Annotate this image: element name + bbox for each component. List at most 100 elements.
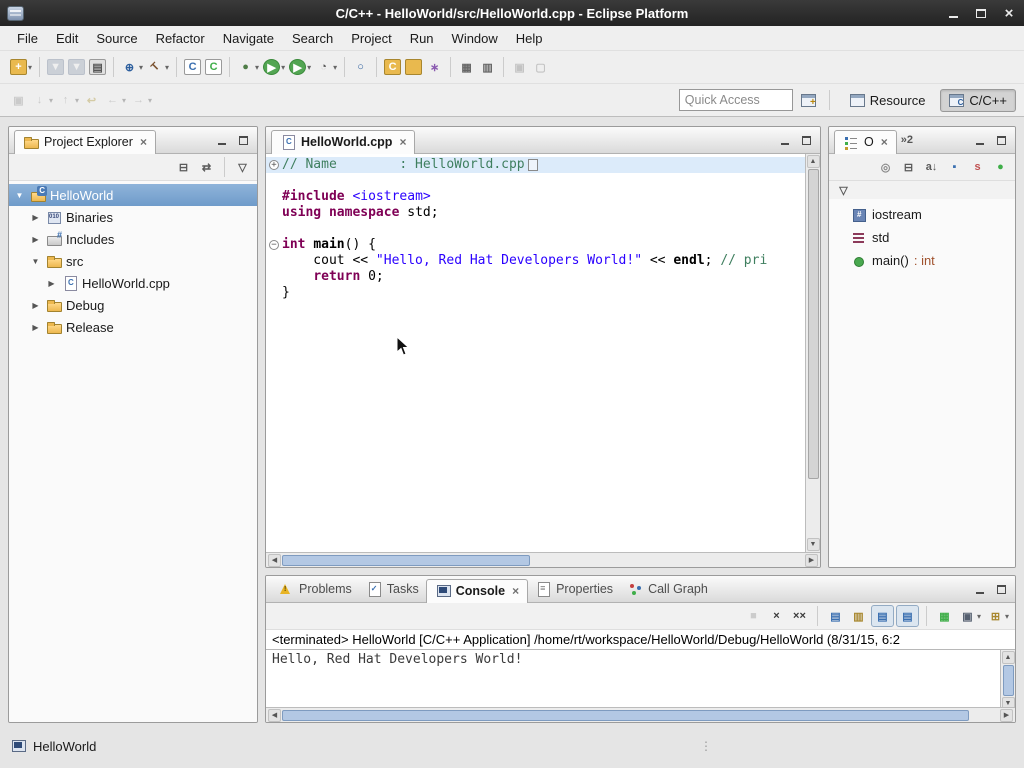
fold-collapse-icon[interactable]: − (269, 240, 279, 250)
sort-button[interactable]: a↓ (921, 157, 942, 177)
show-console-on-output-button[interactable]: ▤ (896, 605, 919, 627)
code-line[interactable]: } (266, 285, 805, 301)
outline-item-main[interactable]: main() : int (829, 249, 1015, 272)
maximize-view-button[interactable] (237, 134, 249, 145)
expander-icon[interactable]: ▶ (29, 323, 42, 332)
code-line[interactable]: using namespace std; (266, 205, 805, 221)
collapse-all-button[interactable]: ⊟ (173, 157, 194, 177)
new-source-file-button[interactable]: C (182, 57, 203, 77)
view-menu-button[interactable]: ▽ (232, 157, 253, 177)
forward-button[interactable]: →▾ (128, 90, 154, 110)
annotation-button[interactable]: ▣ (509, 57, 530, 77)
console-vertical-scrollbar[interactable]: ▲ ▼ (1000, 650, 1015, 707)
pin-button[interactable]: ▣ (8, 90, 29, 110)
scroll-right-icon[interactable]: ▶ (805, 554, 818, 567)
build-button[interactable]: T▾ (145, 57, 171, 77)
scroll-up-icon[interactable]: ▲ (1002, 651, 1015, 664)
editor-tab-helloworld-cpp[interactable]: HelloWorld.cpp × (271, 130, 415, 154)
scrollbar-thumb[interactable] (282, 710, 969, 721)
outline-item-std[interactable]: std (829, 226, 1015, 249)
status-grip-icon[interactable]: ⋮ (700, 739, 712, 753)
perspective-resource-button[interactable]: Resource (841, 89, 935, 112)
scrollbar-thumb[interactable] (1003, 665, 1014, 696)
quick-access-input[interactable] (679, 89, 793, 111)
last-edit-location-button[interactable]: ↩ (81, 90, 102, 110)
maximize-button[interactable] (973, 5, 989, 21)
close-view-icon[interactable]: × (881, 135, 888, 149)
code-editor[interactable]: +// Name : HelloWorld.cpp #include <iostr… (266, 154, 805, 552)
open-console-button[interactable]: ⊞▾ (985, 606, 1011, 626)
close-button[interactable]: × (1001, 5, 1017, 21)
expander-icon[interactable]: ▶ (29, 301, 42, 310)
tab-problems[interactable]: Problems (271, 578, 359, 602)
copy-console-button[interactable]: ▤ (825, 606, 846, 626)
minimize-view-button[interactable] (974, 583, 986, 594)
code-line[interactable]: +// Name : HelloWorld.cpp (266, 157, 805, 173)
tree-item-helloworld-cpp[interactable]: ▶HelloWorld.cpp (9, 272, 257, 294)
menu-edit[interactable]: Edit (47, 28, 87, 49)
scrollbar-thumb[interactable] (808, 169, 819, 479)
scroll-up-icon[interactable]: ▲ (807, 155, 820, 168)
hide-static-button[interactable]: s (967, 157, 988, 177)
tab-console[interactable]: Console× (426, 579, 528, 603)
scrollbar-thumb[interactable] (282, 555, 530, 566)
tree-item-helloworld[interactable]: ▼HelloWorld (9, 184, 257, 206)
show-table-button[interactable]: ▥ (477, 57, 498, 77)
expander-icon[interactable]: ▼ (13, 191, 26, 200)
run-button[interactable]: ▶▾ (261, 57, 287, 77)
minimize-view-button[interactable] (779, 134, 791, 145)
menu-help[interactable]: Help (507, 28, 552, 49)
minimize-view-button[interactable] (216, 134, 228, 145)
profile-button[interactable]: ◔▾ (313, 57, 339, 77)
perspective-cpp-button[interactable]: C/C++ (940, 89, 1016, 112)
run-external-tools-button[interactable]: ▶▾ (287, 57, 313, 77)
close-editor-icon[interactable]: × (399, 135, 406, 149)
code-line[interactable] (266, 221, 805, 237)
print-button[interactable]: ▤ (87, 57, 108, 77)
code-line[interactable]: −int main() { (266, 237, 805, 253)
menu-window[interactable]: Window (443, 28, 507, 49)
code-line[interactable] (266, 173, 805, 189)
debug-button[interactable]: ●▾ (235, 57, 261, 77)
expander-icon[interactable]: ▶ (29, 235, 42, 244)
console-output[interactable]: Hello, Red Hat Developers World! (266, 650, 1000, 707)
open-resource-button[interactable] (403, 57, 424, 77)
maximize-view-button[interactable] (800, 134, 812, 145)
hide-fields-button[interactable]: ▪ (944, 157, 965, 177)
view-menu-button[interactable]: ▽ (833, 180, 854, 200)
menu-run[interactable]: Run (401, 28, 443, 49)
open-c-project-button[interactable]: C (382, 57, 403, 77)
console-horizontal-scrollbar[interactable]: ◀ ▶ (266, 707, 1015, 722)
tree-item-binaries[interactable]: ▶Binaries (9, 206, 257, 228)
code-line[interactable]: #include <iostream> (266, 189, 805, 205)
close-view-icon[interactable]: × (512, 584, 519, 598)
new-class-button[interactable]: C (203, 57, 224, 77)
export-console-button[interactable]: ▥ (848, 606, 869, 626)
menu-refactor[interactable]: Refactor (147, 28, 214, 49)
show-grid-button[interactable]: ▦ (456, 57, 477, 77)
back-button[interactable]: ←▾ (102, 90, 128, 110)
menu-project[interactable]: Project (342, 28, 400, 49)
tree-item-includes[interactable]: ▶Includes (9, 228, 257, 250)
project-explorer-tab[interactable]: Project Explorer × (14, 130, 156, 154)
editor-vertical-scrollbar[interactable]: ▲ ▼ (805, 154, 820, 552)
collapsed-region-indicator[interactable] (528, 159, 538, 171)
open-perspective-button[interactable] (799, 92, 818, 109)
more-views-indicator[interactable]: »2 (901, 134, 913, 146)
outline-tab[interactable]: O × (834, 130, 897, 154)
expander-icon[interactable]: ▼ (29, 257, 42, 266)
search-button[interactable]: ○ (350, 57, 371, 77)
display-selected-console-button[interactable]: ▣▾ (957, 606, 983, 626)
tree-item-debug[interactable]: ▶Debug (9, 294, 257, 316)
code-line[interactable]: cout << "Hello, Red Hat Developers World… (266, 253, 805, 269)
new-wizard-button[interactable]: +▾ (8, 57, 34, 77)
wand-button[interactable]: ∗ (424, 57, 445, 77)
link-with-editor-button[interactable]: ⇄ (196, 157, 217, 177)
scroll-left-icon[interactable]: ◀ (268, 554, 281, 567)
collapse-all-button[interactable]: ⊟ (898, 157, 919, 177)
tab-call-graph[interactable]: Call Graph (620, 578, 715, 602)
save-button[interactable]: ▼ (45, 57, 66, 77)
hide-non-public-button[interactable]: ● (990, 157, 1011, 177)
tab-properties[interactable]: Properties (528, 578, 620, 602)
new-console-view-button[interactable]: ▦ (934, 606, 955, 626)
